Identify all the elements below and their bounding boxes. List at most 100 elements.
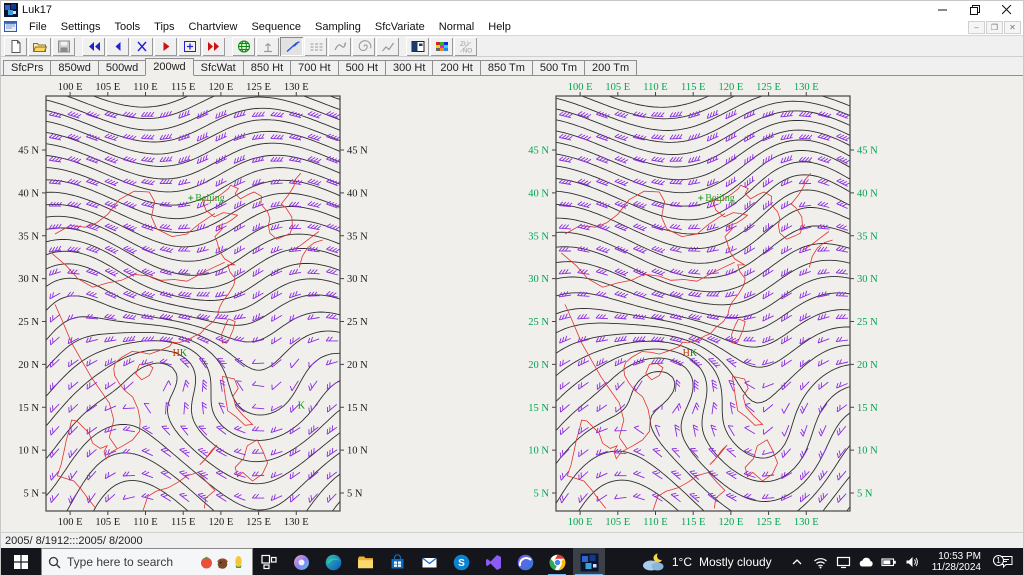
mdi-restore-button[interactable]: ❐	[986, 21, 1003, 34]
corn-icon[interactable]	[231, 554, 246, 570]
taskbar: S 1°C Mostly cloudy 10:53 PM 11/28/2024 …	[1, 548, 1023, 575]
cloud-icon[interactable]	[858, 554, 875, 570]
lat-label-right: 15 N	[347, 403, 368, 414]
menu-settings[interactable]: Settings	[54, 21, 108, 33]
lon-label-bottom: 100 E	[58, 517, 83, 528]
frame-add-button[interactable]	[178, 37, 201, 56]
fast-forward-button[interactable]	[202, 37, 225, 56]
weather-condition: Mostly cloudy	[699, 555, 772, 569]
lat-label-right: 35 N	[857, 231, 878, 242]
mdi-close-button[interactable]: ✕	[1004, 21, 1021, 34]
taskbar-app-office-365[interactable]	[509, 548, 541, 575]
lat-label-left: 30 N	[528, 274, 549, 285]
search-box[interactable]	[41, 548, 253, 575]
rewind-button[interactable]	[82, 37, 105, 56]
menu-normal[interactable]: Normal	[432, 21, 481, 33]
search-input[interactable]	[67, 555, 198, 569]
delete-frame-button[interactable]	[130, 37, 153, 56]
taskbar-app-chrome[interactable]	[541, 548, 573, 575]
speaker-icon[interactable]	[904, 554, 921, 570]
taskbar-clock[interactable]: 10:53 PM 11/28/2024	[932, 551, 981, 573]
lat-label-right: 25 N	[857, 317, 878, 328]
lat-label-right: 30 N	[347, 274, 368, 285]
minimize-button[interactable]	[927, 1, 959, 19]
close-button[interactable]	[991, 1, 1023, 19]
taskbar-app-task-view[interactable]	[253, 548, 285, 575]
menu-help[interactable]: Help	[481, 21, 518, 33]
lon-label-bottom: 105 E	[95, 517, 120, 528]
wind-barb-button[interactable]	[280, 37, 303, 56]
step-back-button[interactable]	[106, 37, 129, 56]
lat-label-left: 5 N	[534, 488, 550, 499]
lat-label-left: 35 N	[18, 231, 39, 242]
turkey-icon[interactable]	[215, 554, 230, 570]
restore-button[interactable]	[959, 1, 991, 19]
toolbar: ZUNO	[1, 35, 1023, 57]
taskbar-app-luk17[interactable]	[573, 548, 605, 575]
lat-label-left: 45 N	[528, 146, 549, 157]
lat-label-right: 5 N	[857, 488, 873, 499]
mdi-controls: – ❐ ✕	[967, 21, 1021, 34]
tab-200wd[interactable]: 200wd	[145, 58, 193, 76]
menu-tips[interactable]: Tips	[147, 21, 181, 33]
tab-500-tm[interactable]: 500 Tm	[532, 60, 585, 75]
tab-200-tm[interactable]: 200 Tm	[584, 60, 637, 75]
search-icon	[48, 556, 61, 569]
chart-panel-right: 100 E100 E105 E105 E110 E110 E115 E115 E…	[511, 76, 891, 532]
menu-sequence[interactable]: Sequence	[244, 21, 308, 33]
lon-label-top: 100 E	[568, 82, 593, 93]
annotation-beijing: Beijing	[195, 193, 224, 204]
tab-300-ht[interactable]: 300 Ht	[385, 60, 433, 75]
taskbar-app-edge[interactable]	[317, 548, 349, 575]
taskbar-app-visual-studio[interactable]	[477, 548, 509, 575]
lon-label-bottom: 115 E	[681, 517, 705, 528]
lat-label-left: 5 N	[24, 488, 40, 499]
battery-icon[interactable]	[881, 554, 898, 570]
lon-label-top: 110 E	[643, 82, 667, 93]
tomato-icon[interactable]	[199, 554, 214, 570]
display-icon[interactable]	[835, 554, 852, 570]
notification-button[interactable]: 1	[989, 555, 1023, 569]
new-document-button[interactable]	[4, 37, 27, 56]
taskbar-app-mail[interactable]	[413, 548, 445, 575]
tab-850-ht[interactable]: 850 Ht	[243, 60, 291, 75]
tab-sfcwat[interactable]: SfcWat	[193, 60, 244, 75]
tab-500wd[interactable]: 500wd	[98, 60, 146, 75]
start-button[interactable]	[1, 548, 41, 575]
menu-sampling[interactable]: Sampling	[308, 21, 368, 33]
wifi-icon[interactable]	[812, 554, 829, 570]
tab-850wd[interactable]: 850wd	[50, 60, 98, 75]
taskbar-app-store[interactable]	[381, 548, 413, 575]
window-split-button[interactable]	[406, 37, 429, 56]
menu-file[interactable]: File	[22, 21, 54, 33]
chart-area: 100 E100 E105 E105 E110 E110 E115 E115 E…	[1, 76, 1023, 532]
open-folder-button[interactable]	[28, 37, 51, 56]
spiral-button	[352, 37, 375, 56]
taskbar-app-file-explorer[interactable]	[349, 548, 381, 575]
tab-700-ht[interactable]: 700 Ht	[290, 60, 338, 75]
menu-tools[interactable]: Tools	[107, 21, 147, 33]
weather-icon	[641, 552, 667, 572]
lon-label-bottom: 130 E	[794, 517, 819, 528]
tab-850-tm[interactable]: 850 Tm	[480, 60, 533, 75]
lon-label-top: 120 E	[208, 82, 233, 93]
clock-date: 11/28/2024	[932, 562, 981, 573]
tab-sfcprs[interactable]: SfcPrs	[3, 60, 51, 75]
tab-500-ht[interactable]: 500 Ht	[338, 60, 386, 75]
globe-button[interactable]	[232, 37, 255, 56]
mdi-minimize-button[interactable]: –	[968, 21, 985, 34]
lon-label-top: 125 E	[246, 82, 271, 93]
menu-chartview[interactable]: Chartview	[182, 21, 245, 33]
tab-200-ht[interactable]: 200 Ht	[432, 60, 480, 75]
lon-label-top: 130 E	[794, 82, 819, 93]
menu-sfcvariate[interactable]: SfcVariate	[368, 21, 432, 33]
color-grid-button[interactable]	[430, 37, 453, 56]
lat-label-right: 10 N	[857, 446, 878, 457]
weather-widget[interactable]: 1°C Mostly cloudy	[641, 552, 772, 572]
lon-label-bottom: 105 E	[605, 517, 630, 528]
play-button[interactable]	[154, 37, 177, 56]
chevron-up-icon[interactable]	[789, 554, 806, 570]
taskbar-app-copilot[interactable]	[285, 548, 317, 575]
taskbar-app-skype[interactable]: S	[445, 548, 477, 575]
notification-badge: 1	[993, 555, 1004, 566]
